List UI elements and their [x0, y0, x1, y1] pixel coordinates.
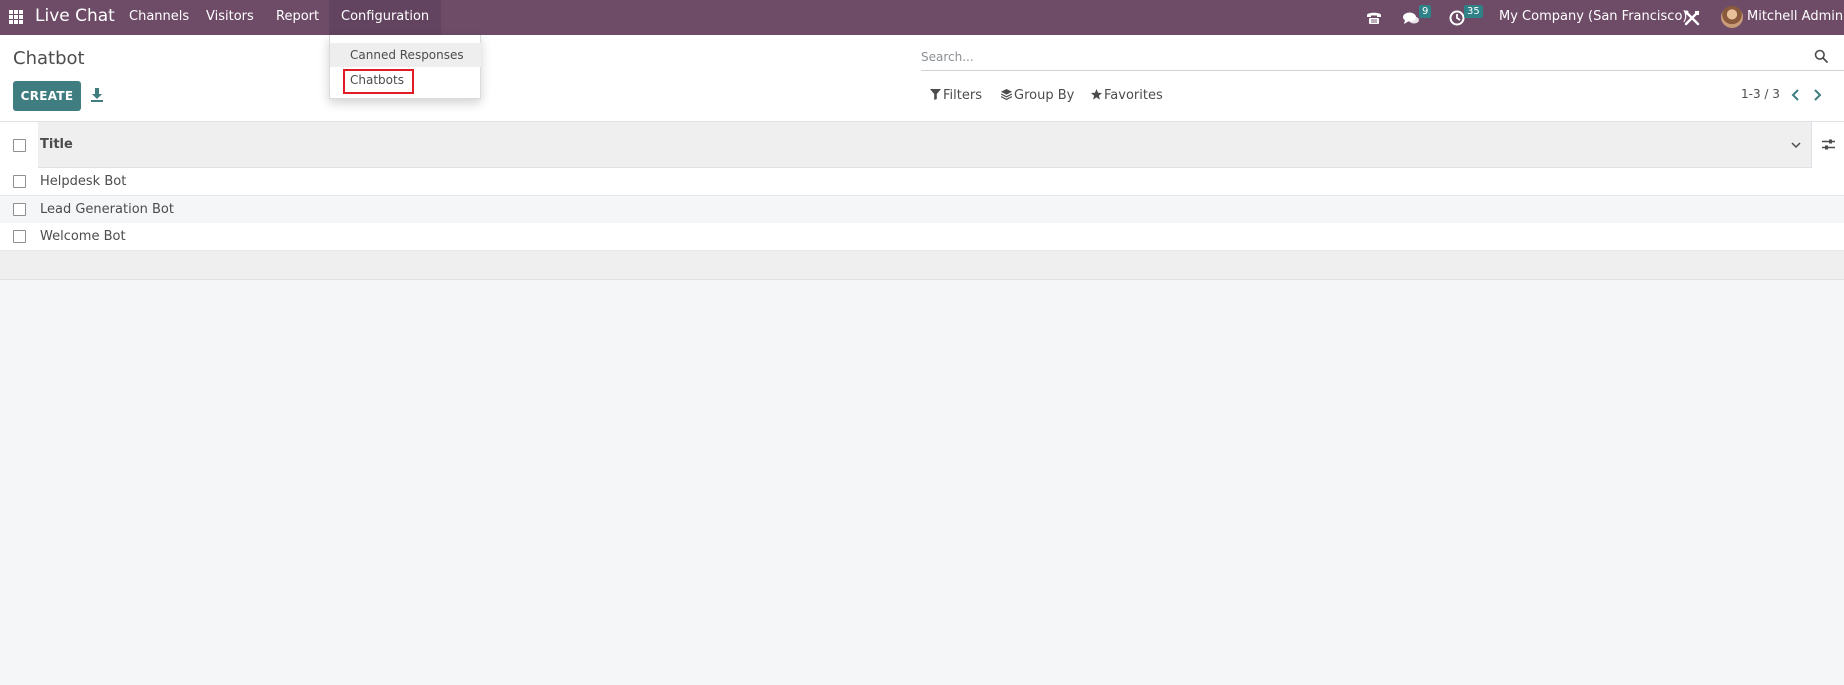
favorites-button[interactable]: Favorites — [1091, 87, 1163, 105]
optional-columns-button[interactable] — [1811, 122, 1844, 168]
phone-icon[interactable] — [1365, 9, 1383, 27]
search-input[interactable] — [921, 43, 1801, 70]
header-checkbox-cell — [0, 122, 38, 168]
filter-icon — [930, 89, 941, 100]
row-checkbox[interactable] — [13, 175, 26, 188]
table-row[interactable]: Welcome Bot — [0, 223, 1844, 251]
breadcrumb: Chatbot — [13, 48, 85, 69]
apps-grid-icon[interactable] — [9, 10, 23, 24]
filters-button[interactable]: Filters — [930, 87, 982, 105]
row-title: Helpdesk Bot — [40, 174, 127, 189]
row-checkbox[interactable] — [13, 203, 26, 216]
favorites-label: Favorites — [1104, 88, 1163, 103]
messages-count-badge: 9 — [1419, 5, 1432, 18]
chevron-down-icon[interactable] — [1790, 139, 1802, 151]
pager-next-icon[interactable] — [1810, 86, 1824, 104]
create-button[interactable]: CREATE — [13, 81, 81, 111]
messages-icon[interactable] — [1402, 9, 1420, 27]
group-by-button[interactable]: Group By — [1000, 87, 1075, 105]
row-checkbox[interactable] — [13, 230, 26, 243]
company-switcher[interactable]: My Company (San Francisco) — [1499, 0, 1687, 35]
list-header: Title — [0, 122, 1844, 168]
menu-report[interactable]: Report — [264, 0, 331, 35]
avatar[interactable] — [1721, 6, 1743, 28]
list-footer — [0, 251, 1844, 280]
sliders-icon — [1822, 139, 1835, 150]
select-all-checkbox[interactable] — [13, 139, 26, 152]
filters-label: Filters — [943, 88, 982, 103]
dropdown-item-canned-responses[interactable]: Canned Responses — [330, 43, 481, 67]
configuration-dropdown: Canned Responses Chatbots — [329, 35, 481, 99]
column-header-title[interactable]: Title — [40, 137, 73, 152]
layers-icon — [1000, 89, 1013, 101]
row-title: Welcome Bot — [40, 229, 126, 244]
pager-value[interactable]: 1-3 / 3 — [1741, 87, 1780, 101]
activities-count-badge: 35 — [1464, 5, 1483, 18]
search-bar — [921, 43, 1844, 71]
menu-configuration[interactable]: Configuration — [329, 0, 442, 35]
row-title: Lead Generation Bot — [40, 202, 174, 217]
user-menu[interactable]: Mitchell Admin — [1747, 0, 1843, 35]
dropdown-item-chatbots[interactable]: Chatbots — [330, 68, 481, 92]
table-row[interactable]: Helpdesk Bot — [0, 168, 1844, 196]
star-icon — [1091, 89, 1102, 100]
app-name[interactable]: Live Chat — [35, 6, 115, 26]
menu-channels[interactable]: Channels — [117, 0, 201, 35]
control-panel: Chatbot CREATE Filters Group By Favorite… — [0, 35, 1844, 122]
pager-previous-icon[interactable] — [1789, 86, 1803, 104]
download-icon[interactable] — [90, 87, 104, 103]
top-navbar: Live Chat Channels Visitors Report Confi… — [0, 0, 1844, 35]
search-icon[interactable] — [1814, 49, 1828, 63]
group-by-label: Group By — [1014, 88, 1075, 103]
debug-tools-icon[interactable] — [1683, 9, 1701, 27]
menu-visitors[interactable]: Visitors — [194, 0, 266, 35]
table-row[interactable]: Lead Generation Bot — [0, 196, 1844, 224]
